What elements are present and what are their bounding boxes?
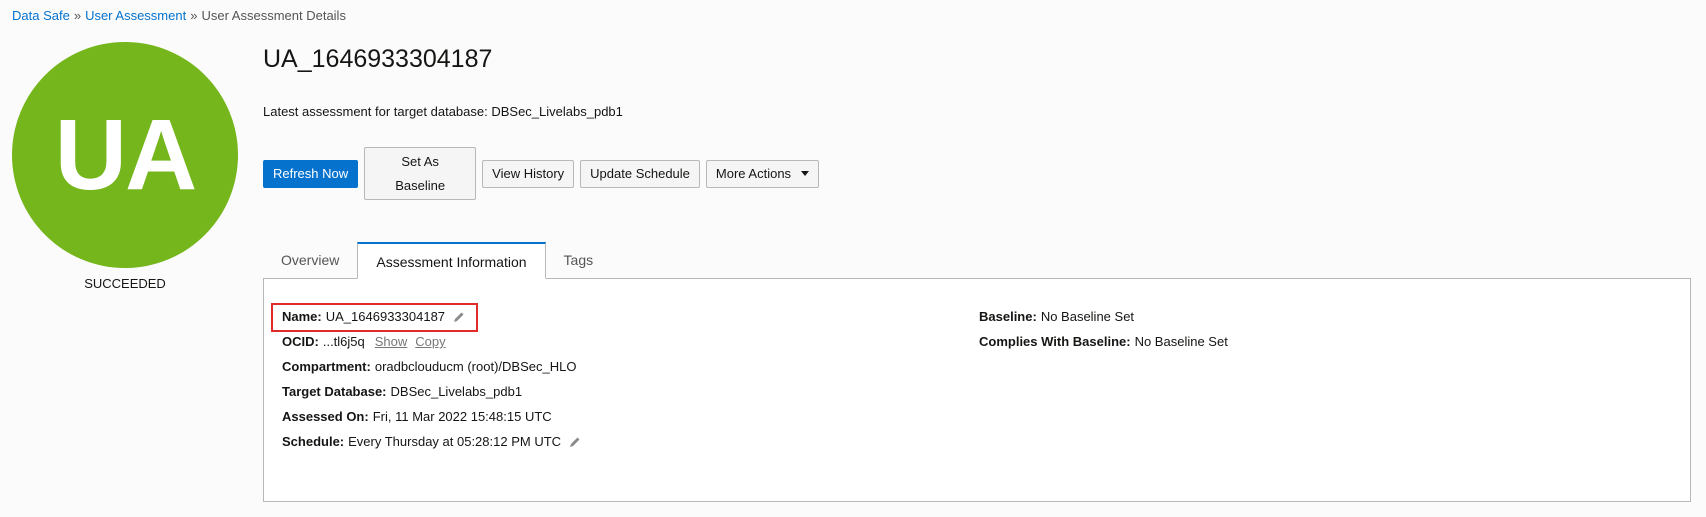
breadcrumb: Data Safe» User Assessment» User Assessmen… [12, 8, 346, 23]
status-label: SUCCEEDED [84, 276, 166, 291]
ocid-show-link[interactable]: Show [375, 334, 408, 349]
breadcrumb-link-user-assessment[interactable]: User Assessment [85, 8, 186, 23]
complies-with-baseline-row: Complies With Baseline: No Baseline Set [979, 334, 1228, 349]
assessed-on-row: Assessed On: Fri, 11 Mar 2022 15:48:15 U… [282, 409, 552, 424]
set-as-baseline-label-line2: Baseline [395, 177, 446, 193]
name-row: Name: UA_1646933304187 [282, 309, 465, 324]
breadcrumb-separator: » [73, 8, 82, 23]
ocid-copy-link[interactable]: Copy [415, 334, 445, 349]
name-label: Name: [282, 309, 322, 324]
breadcrumb-link-data-safe[interactable]: Data Safe [12, 8, 70, 23]
more-actions-label: More Actions [715, 166, 792, 181]
compartment-row: Compartment: oradbclouducm (root)/DBSec_… [282, 359, 576, 374]
compartment-label: Compartment: [282, 359, 371, 374]
page-title: UA_1646933304187 [263, 45, 493, 73]
schedule-label: Schedule: [282, 434, 345, 449]
edit-schedule-pencil-icon[interactable] [569, 436, 581, 448]
schedule-row: Schedule: Every Thursday at 05:28:12 PM … [282, 434, 581, 449]
breadcrumb-current: User Assessment Details [201, 8, 346, 23]
action-toolbar: Refresh Now Set As Baseline View History … [263, 147, 820, 200]
ocid-row: OCID: ...tl6j5q Show Copy [282, 334, 446, 349]
target-database-row: Target Database: DBSec_Livelabs_pdb1 [282, 384, 522, 399]
avatar-initials: UA [54, 98, 197, 211]
edit-name-pencil-icon[interactable] [453, 311, 465, 323]
ocid-label: OCID: [282, 334, 319, 349]
complies-with-baseline-label: Complies With Baseline: [979, 334, 1131, 349]
target-database-label: Target Database: [282, 384, 387, 399]
ocid-value: ...tl6j5q [322, 334, 365, 349]
assessment-avatar: UA [12, 42, 238, 268]
assessment-info-panel: Name: UA_1646933304187 OCID: ...tl6j5q S… [263, 278, 1691, 502]
tab-tags[interactable]: Tags [546, 242, 612, 279]
tab-bar: Overview Assessment Information Tags [263, 242, 611, 279]
tab-overview[interactable]: Overview [263, 242, 357, 279]
set-as-baseline-label-line1: Set As [401, 153, 439, 169]
complies-with-baseline-value: No Baseline Set [1134, 334, 1228, 349]
baseline-value: No Baseline Set [1040, 309, 1135, 324]
view-history-button[interactable]: View History [482, 159, 575, 188]
baseline-label: Baseline: [979, 309, 1037, 324]
page-subtitle: Latest assessment for target database: D… [263, 104, 623, 119]
target-database-value: DBSec_Livelabs_pdb1 [390, 384, 523, 399]
assessed-on-value: Fri, 11 Mar 2022 15:48:15 UTC [372, 409, 552, 424]
refresh-now-button[interactable]: Refresh Now [263, 159, 359, 188]
compartment-value: oradbclouducm (root)/DBSec_HLO [374, 359, 577, 374]
tab-assessment-information[interactable]: Assessment Information [357, 242, 546, 279]
chevron-down-icon [801, 171, 810, 176]
set-as-baseline-button[interactable]: Set As Baseline [364, 147, 477, 200]
breadcrumb-separator: » [190, 8, 198, 23]
schedule-value: Every Thursday at 05:28:12 PM UTC [348, 434, 562, 449]
baseline-row: Baseline: No Baseline Set [979, 309, 1134, 324]
assessed-on-label: Assessed On: [282, 409, 369, 424]
update-schedule-button[interactable]: Update Schedule [580, 159, 700, 188]
more-actions-button[interactable]: More Actions [705, 159, 820, 188]
name-value: UA_1646933304187 [325, 309, 446, 324]
